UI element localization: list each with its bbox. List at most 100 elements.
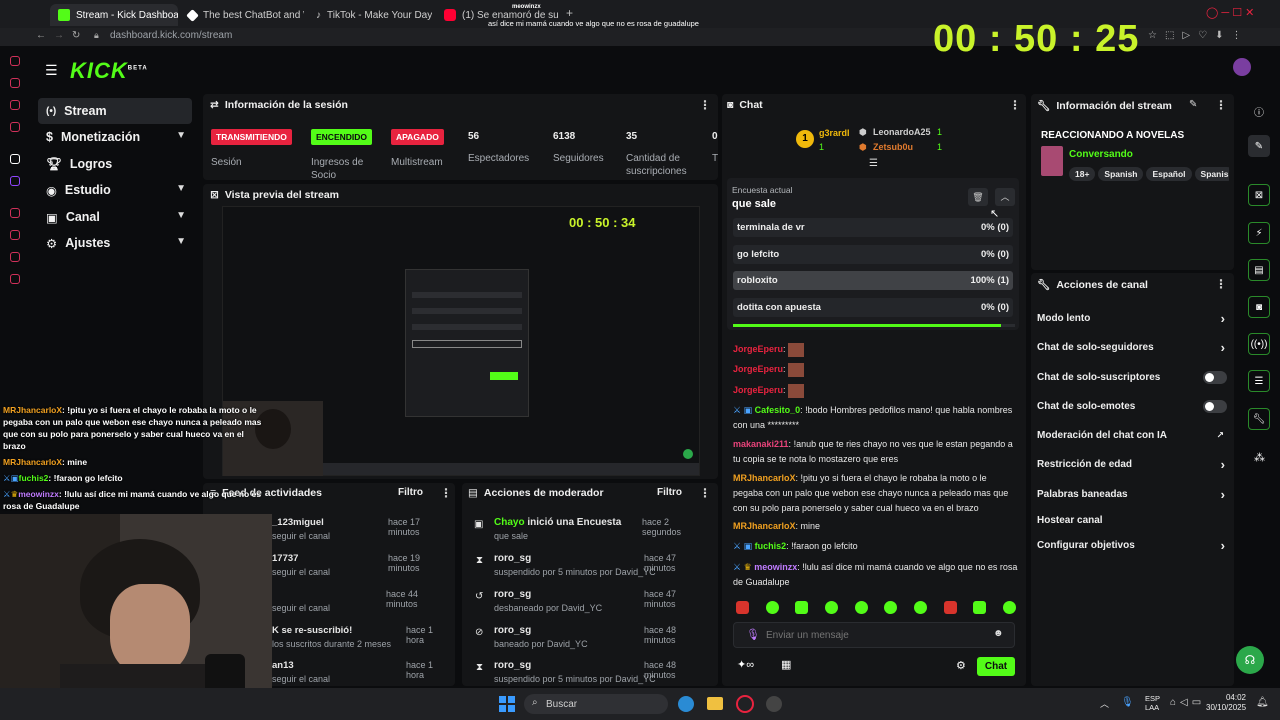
support-headset-icon[interactable]: ☊ — [1236, 646, 1264, 674]
category-link[interactable]: Conversando — [1069, 149, 1133, 160]
chat-username[interactable]: makanaki211 — [733, 439, 789, 449]
sidebar-item-estudio[interactable]: ◉ Estudio ▼ — [38, 177, 192, 203]
sidebar-item-logros[interactable]: 🏆︎ Logros — [38, 151, 192, 177]
channel-actions-menu-icon[interactable]: ⋮ — [1215, 277, 1227, 291]
chat-send-button[interactable]: Chat — [977, 657, 1015, 676]
poll-option[interactable]: terminala de vr 0% (0) — [733, 218, 1013, 237]
stream-info-menu-icon[interactable]: ⋮ — [1215, 98, 1227, 112]
activity-filter-button[interactable]: Filtro — [398, 487, 423, 498]
emote-icon[interactable] — [1002, 601, 1016, 614]
rail-broadcast-button[interactable]: ((•)) — [1248, 333, 1270, 355]
tab-kick-dashboard[interactable]: Stream - Kick Dashboard — [50, 4, 178, 26]
file-explorer-icon[interactable] — [707, 697, 723, 710]
emote-icon[interactable] — [795, 601, 809, 614]
category-thumbnail[interactable] — [1041, 146, 1063, 176]
rail-icon[interactable] — [10, 274, 20, 284]
emote-icon[interactable] — [943, 601, 957, 614]
chat-username[interactable]: MRJhancarloX — [733, 521, 796, 531]
rail-icon[interactable] — [10, 252, 20, 262]
toggle-switch[interactable] — [1203, 371, 1227, 384]
chat-input[interactable] — [766, 627, 986, 643]
chat-settings-gear-icon[interactable]: ⚙︎ — [956, 659, 966, 672]
rail-tools-button[interactable]: 🔧︎ — [1248, 408, 1270, 430]
forward-icon[interactable]: → — [54, 30, 64, 41]
emote-icon[interactable] — [913, 601, 927, 614]
chevron-up-icon[interactable]: ︿ — [995, 188, 1015, 206]
chat-username[interactable]: JorgeEperu — [733, 344, 783, 354]
info-icon[interactable]: ⓘ — [1254, 104, 1264, 119]
window-controls[interactable]: ◯ ─ ☐ ✕ — [1206, 6, 1254, 19]
channel-action-hostear[interactable]: Hostear canal — [1037, 515, 1227, 526]
browser-toolbar-icons[interactable]: ☆⬚▷♡⬇⋮ — [1148, 30, 1249, 41]
rail-quick-actions-button[interactable]: ⚡︎ — [1248, 222, 1270, 244]
new-tab-icon[interactable]: + — [566, 6, 573, 20]
rail-icon[interactable] — [10, 208, 20, 218]
rail-icon[interactable] — [10, 154, 20, 164]
tray-chevron-up-icon[interactable]: ︿ — [1100, 697, 1109, 710]
poll-option[interactable]: go lefcito 0% (0) — [733, 245, 1013, 264]
url-input[interactable]: dashboard.kick.com/stream — [110, 30, 232, 41]
channel-action-restriccion-edad[interactable]: Restricción de edad › — [1037, 457, 1227, 472]
chat-username[interactable]: JorgeEperu — [733, 385, 783, 395]
edge-icon[interactable] — [678, 696, 694, 712]
rail-icon[interactable] — [10, 122, 20, 132]
toggle-switch[interactable] — [1203, 400, 1227, 413]
channel-action-solo-suscriptores[interactable]: Chat de solo-suscriptores — [1037, 371, 1227, 384]
rail-preview-button[interactable]: ⊠ — [1248, 184, 1270, 206]
back-icon[interactable]: ← — [36, 30, 46, 41]
emote-icon[interactable] — [765, 601, 779, 614]
moderator-filter-button[interactable]: Filtro — [657, 487, 682, 498]
rail-moderation-button[interactable]: ☰ — [1248, 370, 1270, 392]
collapse-handle-icon[interactable]: ☰ — [869, 158, 878, 169]
channel-action-moderacion-ia[interactable]: Moderación del chat con IA ↗ — [1037, 430, 1227, 441]
emote-icon[interactable] — [973, 601, 987, 614]
emote-icon[interactable] — [884, 601, 898, 614]
clock[interactable]: 04:02 30/10/2025 — [1206, 693, 1246, 713]
emote-icon[interactable] — [736, 601, 749, 614]
apps-icon[interactable]: ⁂ — [1254, 451, 1265, 464]
trash-icon[interactable]: 🗑︎ — [968, 188, 988, 206]
activity-menu-icon[interactable]: ⋮ — [440, 486, 452, 500]
store-icon[interactable]: ▦ — [781, 658, 791, 671]
twitch-icon[interactable] — [10, 176, 20, 186]
tag-badge[interactable]: Spanis — [1194, 167, 1229, 181]
windows-start-icon[interactable] — [499, 696, 515, 712]
rail-notes-button[interactable]: ▤ — [1248, 259, 1270, 281]
channel-action-modo-lento[interactable]: Modo lento › — [1037, 311, 1227, 326]
emoji-icon[interactable]: ☻ — [993, 628, 1004, 639]
notification-bell-icon[interactable]: 🔔︎ — [1256, 697, 1269, 708]
sidebar-item-ajustes[interactable]: ⚙︎ Ajustes ▼ — [38, 230, 192, 256]
mic-tray-icon[interactable]: 🎙︎ — [1121, 697, 1134, 708]
edit-pencil-icon[interactable]: ✎ — [1189, 99, 1197, 110]
tag-badge[interactable]: Spanish — [1098, 167, 1144, 181]
chat-username[interactable]: meowinzx — [754, 562, 797, 572]
rail-icon[interactable] — [10, 230, 20, 240]
tag-badge[interactable]: Español — [1146, 167, 1192, 181]
leaderboard-user[interactable]: LeonardoA25 — [873, 127, 931, 137]
obs-icon[interactable] — [766, 696, 782, 712]
poll-option[interactable]: dotita con apuesta 0% (0) — [733, 298, 1013, 317]
chat-username[interactable]: JorgeEperu — [733, 364, 783, 374]
language-indicator[interactable]: ESP LAA — [1145, 694, 1160, 712]
opera-icon[interactable] — [736, 695, 754, 713]
sidebar-item-stream[interactable]: (•) Stream — [38, 98, 192, 124]
channel-action-palabras-baneadas[interactable]: Palabras baneadas › — [1037, 487, 1227, 502]
chat-input-box[interactable]: 🎙︎ ☻ — [733, 622, 1015, 648]
taskbar-search[interactable]: ⌕ Buscar — [524, 694, 668, 714]
chat-menu-icon[interactable]: ⋮ — [1009, 98, 1021, 112]
rail-icon[interactable] — [10, 56, 20, 66]
leaderboard-user[interactable]: g3rardI — [819, 128, 850, 138]
poll-option[interactable]: robloxito 100% (1) — [733, 271, 1013, 290]
microphone-icon[interactable]: 🎙︎ — [746, 628, 760, 641]
rail-chat-button[interactable]: ◙ — [1248, 296, 1270, 318]
points-infinity-icon[interactable]: ✦∞ — [737, 658, 754, 671]
moderator-menu-icon[interactable]: ⋮ — [699, 486, 711, 500]
emote-icon[interactable] — [854, 601, 868, 614]
channel-action-solo-seguidores[interactable]: Chat de solo-seguidores › — [1037, 340, 1227, 355]
tag-badge[interactable]: 18+ — [1069, 167, 1096, 181]
avatar[interactable] — [1233, 58, 1251, 76]
rail-icon[interactable] — [10, 78, 20, 88]
chat-username[interactable]: Cafesito_0 — [755, 405, 801, 415]
rail-icon[interactable] — [10, 100, 20, 110]
tab-tiktok[interactable]: ♪ TikTok - Make Your Day — [308, 4, 432, 26]
